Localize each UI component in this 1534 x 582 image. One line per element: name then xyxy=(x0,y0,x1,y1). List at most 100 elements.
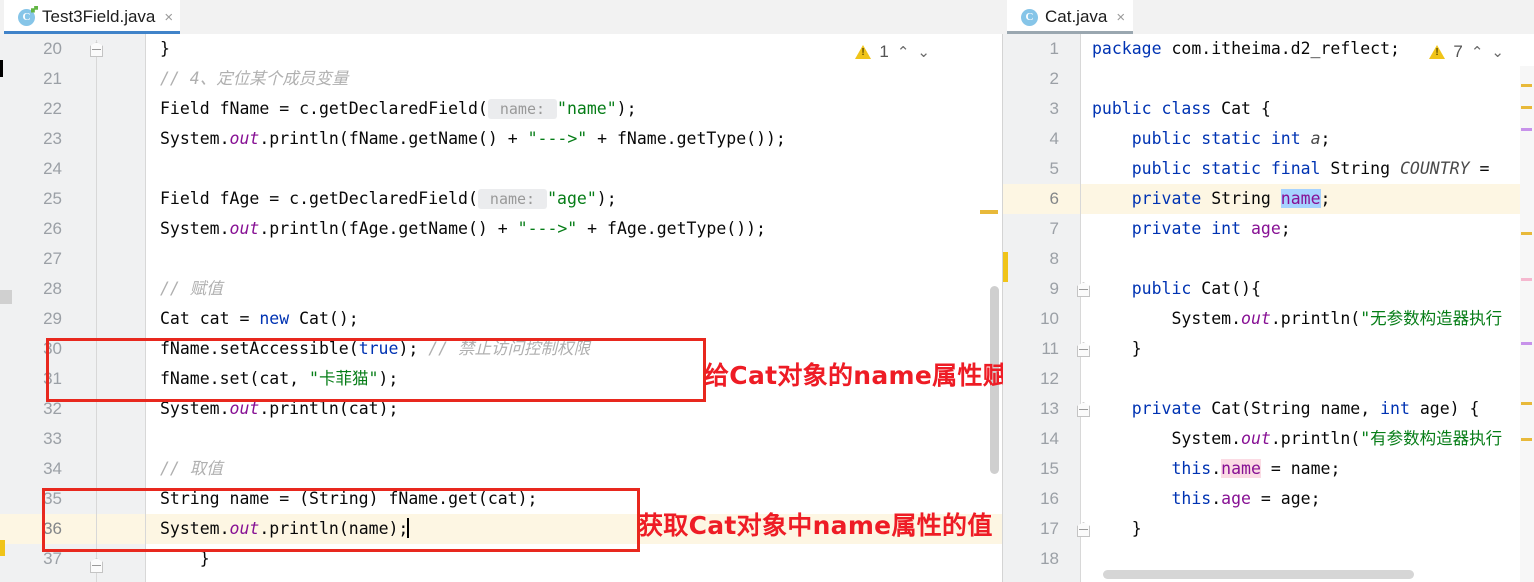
code-line[interactable] xyxy=(146,424,1002,454)
code-line[interactable]: } xyxy=(1081,334,1534,364)
code-token: .println( xyxy=(1270,309,1361,328)
code-area-right[interactable]: package com.itheima.d2_reflect; public cl… xyxy=(1081,34,1534,582)
next-problem-icon[interactable]: ⌄ xyxy=(1491,43,1504,61)
tab-cat-java[interactable]: C Cat.java × xyxy=(1007,0,1133,34)
code-line[interactable]: private String name; xyxy=(1081,184,1534,214)
code-token: // 取值 xyxy=(160,459,223,478)
code-token: .println( xyxy=(1270,429,1361,448)
code-line[interactable]: } xyxy=(146,544,1002,574)
code-token: name: xyxy=(487,99,558,119)
line-number: 25 xyxy=(43,189,62,208)
annotation-get-name: 获取Cat对象中name属性的值 xyxy=(638,511,993,540)
code-line[interactable]: System.out.println(fName.getName() + "--… xyxy=(146,124,1002,154)
code-line[interactable]: } xyxy=(1081,514,1534,544)
code-line[interactable]: this.age = age; xyxy=(1081,484,1534,514)
code-token: com.itheima.d2_reflect; xyxy=(1161,39,1400,58)
code-line[interactable]: private int age; xyxy=(1081,214,1534,244)
code-line[interactable]: System.out.println(cat); xyxy=(146,394,1002,424)
code-line[interactable]: public static final String COUNTRY = xyxy=(1081,154,1534,184)
stripe-marker-warning[interactable] xyxy=(1521,84,1532,87)
stripe-marker-warning[interactable] xyxy=(1521,438,1532,441)
code-line[interactable]: public class Cat { xyxy=(1081,94,1534,124)
prev-problem-icon[interactable]: ⌃ xyxy=(1471,43,1484,61)
code-line[interactable]: public Cat(){ xyxy=(1081,274,1534,304)
code-token: String name = (String) fName.get(cat); xyxy=(160,489,538,508)
error-stripe-track-right[interactable] xyxy=(1520,66,1534,582)
code-token: System. xyxy=(1092,309,1242,328)
code-token: } xyxy=(1092,339,1142,358)
line-number: 35 xyxy=(43,489,62,508)
editor-left-marker xyxy=(0,60,3,77)
code-line[interactable] xyxy=(1081,244,1534,274)
code-line[interactable]: System.out.println(fAge.getName() + "---… xyxy=(146,214,1002,244)
line-number: 29 xyxy=(43,309,62,328)
java-class-icon: C xyxy=(1021,8,1038,26)
warning-count: 7 xyxy=(1453,42,1463,61)
inspection-widget-left[interactable]: 1 ⌃ ⌄ xyxy=(855,42,930,62)
code-line[interactable] xyxy=(146,154,1002,184)
tabbar-right: C Cat.java × xyxy=(1003,0,1534,34)
code-token: ; xyxy=(1320,129,1331,148)
code-token: private xyxy=(1131,189,1202,208)
code-line[interactable] xyxy=(1081,64,1534,94)
code-area-left[interactable]: } // 4、定位某个成员变量 Field fName = c.getDeclare… xyxy=(146,34,1002,582)
horizontal-scrollbar-right[interactable] xyxy=(1103,570,1414,579)
line-number: 23 xyxy=(43,129,62,148)
code-token: System. xyxy=(160,129,230,148)
line-number: 2 xyxy=(1049,69,1059,88)
code-line[interactable]: private Cat(String name, int age) { xyxy=(1081,394,1534,424)
stripe-marker-usage[interactable] xyxy=(1521,278,1532,281)
warning-stripe-marker xyxy=(980,210,998,214)
code-token: out xyxy=(229,399,260,418)
stripe-marker-usage[interactable] xyxy=(1521,128,1532,131)
code-line[interactable]: Cat cat = new Cat(); xyxy=(146,304,1002,334)
code-line[interactable]: System.out.println("有参数构造器执行 xyxy=(1081,424,1534,454)
close-icon[interactable]: × xyxy=(162,9,175,26)
code-line[interactable]: // 4、定位某个成员变量 xyxy=(146,64,1002,94)
inspection-widget-right[interactable]: 7 ⌃ ⌄ xyxy=(1429,42,1504,62)
code-token: Cat(){ xyxy=(1191,279,1261,298)
line-number: 9 xyxy=(1049,279,1059,298)
stripe-marker-usage[interactable] xyxy=(1521,342,1532,345)
editor-cat-java[interactable]: 1 2 3 4 5 6 7 8 9 10 11 12 13 14 15 16 17 18 package com.… xyxy=(1003,34,1534,582)
stripe-marker-warning[interactable] xyxy=(1521,106,1532,109)
prev-problem-icon[interactable]: ⌃ xyxy=(897,43,910,61)
tab-test3field-java[interactable]: C Test3Field.java × xyxy=(4,0,180,34)
stripe-marker-warning[interactable] xyxy=(1521,232,1532,235)
code-line[interactable] xyxy=(146,244,1002,274)
code-line[interactable]: Field fAge = c.getDeclaredField( name: "… xyxy=(146,184,1002,214)
code-token: . xyxy=(1211,489,1222,508)
code-line[interactable]: Field fName = c.getDeclaredField( name: … xyxy=(146,94,1002,124)
code-line[interactable]: // 赋值 xyxy=(146,274,1002,304)
code-token: age) { xyxy=(1409,399,1480,418)
code-token: String xyxy=(1320,159,1400,178)
code-line[interactable]: this.name = name; xyxy=(1081,454,1534,484)
code-token: "name" xyxy=(557,99,617,118)
code-token: // 禁止访问控制权限 xyxy=(428,339,591,358)
code-token: .println(fName.getName() + xyxy=(259,129,528,148)
line-number: 36 xyxy=(43,519,62,538)
gutter-left[interactable]: 20 21 22 23 24 25 26 27 28 29 30 31 32 33 34 35 36 37 xyxy=(0,34,146,582)
code-line[interactable]: // 取值 xyxy=(146,454,1002,484)
code-token: = name; xyxy=(1260,459,1341,478)
editor-test3field-java[interactable]: 20 21 22 23 24 25 26 27 28 29 30 31 32 33 34 35 36 37 }//… xyxy=(0,34,1003,582)
code-token: public static int xyxy=(1131,129,1301,148)
code-line[interactable] xyxy=(1081,364,1534,394)
close-icon[interactable]: × xyxy=(1114,9,1127,26)
code-line[interactable]: System.out.println("无参数构造器执行 xyxy=(1081,304,1534,334)
warning-count: 1 xyxy=(879,42,889,61)
code-token: "--->" xyxy=(527,129,588,148)
warning-triangle-icon xyxy=(1429,45,1446,59)
stripe-marker-warning[interactable] xyxy=(1521,402,1532,405)
line-number-column: 20 21 22 23 24 25 26 27 28 29 30 31 32 33 34 35 36 37 xyxy=(0,34,145,574)
code-token: + fName.getType()); xyxy=(587,129,786,148)
next-problem-icon[interactable]: ⌄ xyxy=(917,43,930,61)
gutter-right[interactable]: 1 2 3 4 5 6 7 8 9 10 11 12 13 14 15 16 17 18 xyxy=(1003,34,1088,582)
code-token: public static final xyxy=(1131,159,1321,178)
code-line[interactable]: public static int a; xyxy=(1081,124,1534,154)
code-token: .println(cat); xyxy=(259,399,399,418)
